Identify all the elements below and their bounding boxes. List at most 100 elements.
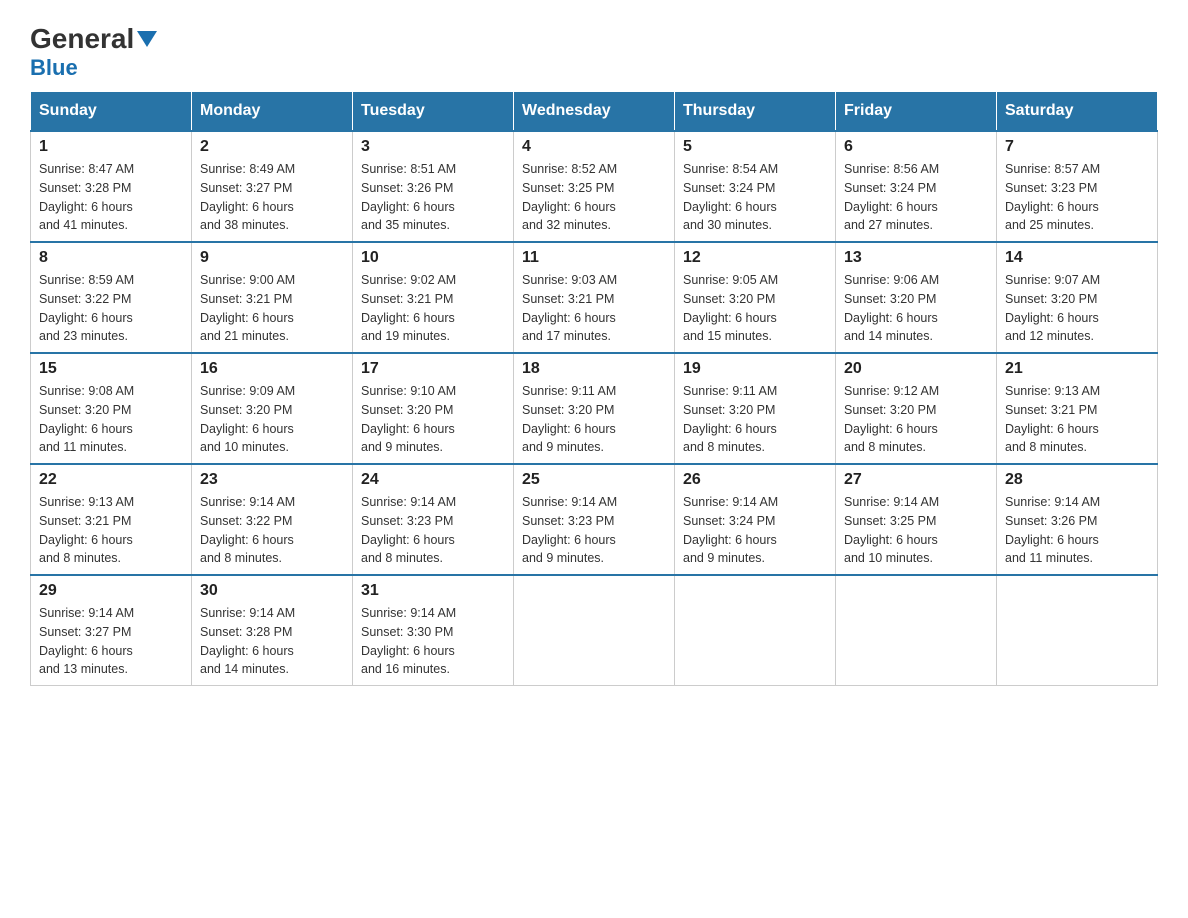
calendar-cell: 29Sunrise: 9:14 AMSunset: 3:27 PMDayligh… bbox=[31, 575, 192, 686]
day-info: Sunrise: 9:12 AMSunset: 3:20 PMDaylight:… bbox=[844, 382, 988, 457]
day-info: Sunrise: 9:14 AMSunset: 3:23 PMDaylight:… bbox=[361, 493, 505, 568]
day-info: Sunrise: 8:59 AMSunset: 3:22 PMDaylight:… bbox=[39, 271, 183, 346]
day-info: Sunrise: 9:00 AMSunset: 3:21 PMDaylight:… bbox=[200, 271, 344, 346]
day-number: 26 bbox=[683, 471, 827, 489]
calendar-cell: 23Sunrise: 9:14 AMSunset: 3:22 PMDayligh… bbox=[192, 464, 353, 575]
calendar-cell: 24 Sunrise: 9:14 AMSunset: 3:23 PMDayligh… bbox=[353, 464, 514, 575]
header-sunday: Sunday bbox=[31, 92, 192, 132]
day-number: 18 bbox=[522, 360, 666, 378]
day-info: Sunrise: 9:14 AMSunset: 3:28 PMDaylight:… bbox=[200, 604, 344, 679]
day-number: 6 bbox=[844, 138, 988, 156]
header-saturday: Saturday bbox=[997, 92, 1158, 132]
calendar-cell: 19 Sunrise: 9:11 AMSunset: 3:20 PMDayligh… bbox=[675, 353, 836, 464]
day-number: 7 bbox=[1005, 138, 1149, 156]
week-row-2: 8 Sunrise: 8:59 AMSunset: 3:22 PMDaylight… bbox=[31, 242, 1158, 353]
day-number: 27 bbox=[844, 471, 988, 489]
day-number: 29 bbox=[39, 582, 183, 600]
day-number: 8 bbox=[39, 249, 183, 267]
calendar-cell: 27Sunrise: 9:14 AMSunset: 3:25 PMDayligh… bbox=[836, 464, 997, 575]
calendar-cell: 11 Sunrise: 9:03 AMSunset: 3:21 PMDayligh… bbox=[514, 242, 675, 353]
calendar-cell: 25 Sunrise: 9:14 AMSunset: 3:23 PMDayligh… bbox=[514, 464, 675, 575]
day-number: 3 bbox=[361, 138, 505, 156]
calendar-cell bbox=[997, 575, 1158, 686]
calendar-cell: 22 Sunrise: 9:13 AMSunset: 3:21 PMDayligh… bbox=[31, 464, 192, 575]
day-info: Sunrise: 8:56 AMSunset: 3:24 PMDaylight:… bbox=[844, 160, 988, 235]
day-info: Sunrise: 9:13 AMSunset: 3:21 PMDaylight:… bbox=[1005, 382, 1149, 457]
header-wednesday: Wednesday bbox=[514, 92, 675, 132]
day-number: 11 bbox=[522, 249, 666, 267]
day-info: Sunrise: 9:07 AMSunset: 3:20 PMDaylight:… bbox=[1005, 271, 1149, 346]
day-info: Sunrise: 9:14 AMSunset: 3:24 PMDaylight:… bbox=[683, 493, 827, 568]
day-info: Sunrise: 9:13 AMSunset: 3:21 PMDaylight:… bbox=[39, 493, 183, 568]
calendar-header-row: SundayMondayTuesdayWednesdayThursdayFrid… bbox=[31, 92, 1158, 132]
calendar-cell: 6 Sunrise: 8:56 AMSunset: 3:24 PMDaylight… bbox=[836, 131, 997, 242]
calendar-cell: 2 Sunrise: 8:49 AMSunset: 3:27 PMDaylight… bbox=[192, 131, 353, 242]
day-number: 30 bbox=[200, 582, 344, 600]
day-info: Sunrise: 8:57 AMSunset: 3:23 PMDaylight:… bbox=[1005, 160, 1149, 235]
calendar-cell bbox=[675, 575, 836, 686]
day-info: Sunrise: 9:06 AMSunset: 3:20 PMDaylight:… bbox=[844, 271, 988, 346]
day-info: Sunrise: 8:49 AMSunset: 3:27 PMDaylight:… bbox=[200, 160, 344, 235]
day-number: 31 bbox=[361, 582, 505, 600]
calendar-cell: 20Sunrise: 9:12 AMSunset: 3:20 PMDayligh… bbox=[836, 353, 997, 464]
day-info: Sunrise: 9:14 AMSunset: 3:26 PMDaylight:… bbox=[1005, 493, 1149, 568]
day-info: Sunrise: 9:10 AMSunset: 3:20 PMDaylight:… bbox=[361, 382, 505, 457]
day-number: 4 bbox=[522, 138, 666, 156]
day-info: Sunrise: 8:54 AMSunset: 3:24 PMDaylight:… bbox=[683, 160, 827, 235]
calendar-cell: 16 Sunrise: 9:09 AMSunset: 3:20 PMDayligh… bbox=[192, 353, 353, 464]
calendar-cell: 28 Sunrise: 9:14 AMSunset: 3:26 PMDayligh… bbox=[997, 464, 1158, 575]
header-monday: Monday bbox=[192, 92, 353, 132]
day-number: 25 bbox=[522, 471, 666, 489]
week-row-1: 1 Sunrise: 8:47 AMSunset: 3:28 PMDaylight… bbox=[31, 131, 1158, 242]
week-row-3: 15 Sunrise: 9:08 AMSunset: 3:20 PMDayligh… bbox=[31, 353, 1158, 464]
day-number: 1 bbox=[39, 138, 183, 156]
calendar-cell: 4 Sunrise: 8:52 AMSunset: 3:25 PMDaylight… bbox=[514, 131, 675, 242]
week-row-5: 29Sunrise: 9:14 AMSunset: 3:27 PMDayligh… bbox=[31, 575, 1158, 686]
calendar-cell: 26 Sunrise: 9:14 AMSunset: 3:24 PMDayligh… bbox=[675, 464, 836, 575]
day-info: Sunrise: 9:08 AMSunset: 3:20 PMDaylight:… bbox=[39, 382, 183, 457]
day-info: Sunrise: 9:09 AMSunset: 3:20 PMDaylight:… bbox=[200, 382, 344, 457]
calendar-cell: 10 Sunrise: 9:02 AMSunset: 3:21 PMDayligh… bbox=[353, 242, 514, 353]
day-info: Sunrise: 8:47 AMSunset: 3:28 PMDaylight:… bbox=[39, 160, 183, 235]
day-number: 24 bbox=[361, 471, 505, 489]
day-number: 14 bbox=[1005, 249, 1149, 267]
day-number: 21 bbox=[1005, 360, 1149, 378]
day-number: 16 bbox=[200, 360, 344, 378]
day-number: 22 bbox=[39, 471, 183, 489]
calendar-cell: 15 Sunrise: 9:08 AMSunset: 3:20 PMDayligh… bbox=[31, 353, 192, 464]
calendar-cell: 9 Sunrise: 9:00 AMSunset: 3:21 PMDaylight… bbox=[192, 242, 353, 353]
day-number: 9 bbox=[200, 249, 344, 267]
calendar: SundayMondayTuesdayWednesdayThursdayFrid… bbox=[30, 91, 1158, 686]
calendar-cell: 21 Sunrise: 9:13 AMSunset: 3:21 PMDayligh… bbox=[997, 353, 1158, 464]
calendar-cell bbox=[514, 575, 675, 686]
day-info: Sunrise: 9:14 AMSunset: 3:30 PMDaylight:… bbox=[361, 604, 505, 679]
day-number: 5 bbox=[683, 138, 827, 156]
calendar-cell: 8 Sunrise: 8:59 AMSunset: 3:22 PMDaylight… bbox=[31, 242, 192, 353]
day-info: Sunrise: 9:03 AMSunset: 3:21 PMDaylight:… bbox=[522, 271, 666, 346]
calendar-cell: 5 Sunrise: 8:54 AMSunset: 3:24 PMDaylight… bbox=[675, 131, 836, 242]
logo-blue: Blue bbox=[30, 55, 78, 81]
day-number: 2 bbox=[200, 138, 344, 156]
calendar-cell: 30 Sunrise: 9:14 AMSunset: 3:28 PMDayligh… bbox=[192, 575, 353, 686]
calendar-cell: 31 Sunrise: 9:14 AMSunset: 3:30 PMDayligh… bbox=[353, 575, 514, 686]
calendar-cell: 12Sunrise: 9:05 AMSunset: 3:20 PMDayligh… bbox=[675, 242, 836, 353]
day-number: 13 bbox=[844, 249, 988, 267]
header-tuesday: Tuesday bbox=[353, 92, 514, 132]
day-number: 17 bbox=[361, 360, 505, 378]
header: General Blue bbox=[30, 20, 1158, 81]
calendar-cell: 3Sunrise: 8:51 AMSunset: 3:26 PMDaylight… bbox=[353, 131, 514, 242]
day-info: Sunrise: 9:11 AMSunset: 3:20 PMDaylight:… bbox=[683, 382, 827, 457]
week-row-4: 22 Sunrise: 9:13 AMSunset: 3:21 PMDayligh… bbox=[31, 464, 1158, 575]
header-thursday: Thursday bbox=[675, 92, 836, 132]
day-info: Sunrise: 9:02 AMSunset: 3:21 PMDaylight:… bbox=[361, 271, 505, 346]
calendar-cell: 1 Sunrise: 8:47 AMSunset: 3:28 PMDaylight… bbox=[31, 131, 192, 242]
day-info: Sunrise: 8:52 AMSunset: 3:25 PMDaylight:… bbox=[522, 160, 666, 235]
calendar-cell: 13 Sunrise: 9:06 AMSunset: 3:20 PMDayligh… bbox=[836, 242, 997, 353]
logo-text: General bbox=[30, 25, 157, 53]
day-info: Sunrise: 9:14 AMSunset: 3:23 PMDaylight:… bbox=[522, 493, 666, 568]
day-number: 15 bbox=[39, 360, 183, 378]
day-number: 10 bbox=[361, 249, 505, 267]
day-number: 19 bbox=[683, 360, 827, 378]
day-number: 28 bbox=[1005, 471, 1149, 489]
calendar-cell: 17 Sunrise: 9:10 AMSunset: 3:20 PMDayligh… bbox=[353, 353, 514, 464]
